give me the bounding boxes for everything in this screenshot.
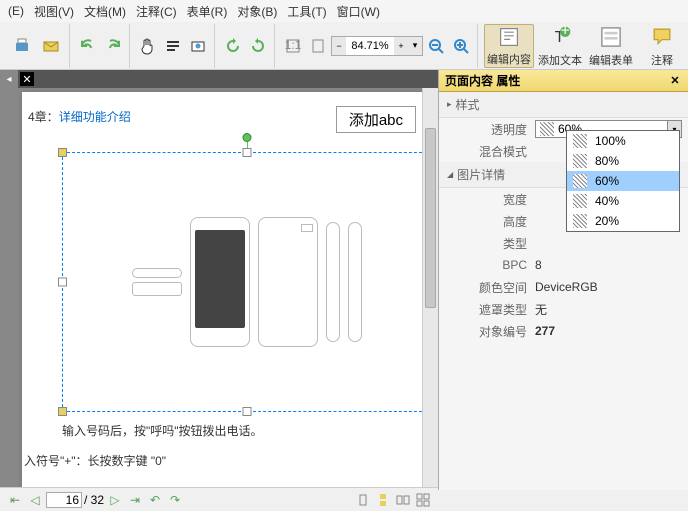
edit-form-button[interactable]: 编辑表单 bbox=[586, 24, 636, 68]
edit-content-button[interactable]: 编辑内容 bbox=[484, 24, 534, 68]
menu-document[interactable]: 文档(M) bbox=[80, 1, 130, 22]
colorspace-label: 颜色空间 bbox=[445, 279, 535, 296]
handle-tl[interactable] bbox=[58, 148, 67, 157]
add-text-button[interactable]: T+添加文本 bbox=[535, 24, 585, 68]
view-continuous-button[interactable] bbox=[374, 491, 392, 509]
page-input[interactable] bbox=[46, 492, 82, 508]
handle-bc[interactable] bbox=[243, 407, 252, 416]
colorspace-value: DeviceRGB bbox=[535, 280, 682, 294]
opacity-opt-40[interactable]: 40% bbox=[567, 191, 679, 211]
zoom-out-big[interactable] bbox=[424, 34, 448, 58]
fit-page-button[interactable] bbox=[306, 34, 330, 58]
hatch-icon bbox=[540, 122, 554, 136]
bpc-label: BPC bbox=[445, 258, 535, 272]
menu-bar: (E) 视图(V) 文档(M) 注释(C) 表单(R) 对象(B) 工具(T) … bbox=[0, 0, 688, 22]
zoom-out-button[interactable]: − bbox=[332, 37, 346, 55]
menu-object[interactable]: 对象(B) bbox=[233, 1, 281, 22]
nav-fwd-button[interactable]: ↷ bbox=[166, 491, 184, 509]
page-total: / 32 bbox=[84, 493, 104, 507]
select-tool[interactable] bbox=[161, 34, 185, 58]
document-tab[interactable]: ◂ bbox=[0, 70, 18, 88]
section-style[interactable]: 样式 bbox=[439, 92, 688, 118]
selection-box[interactable] bbox=[62, 152, 432, 412]
rotate-handle[interactable] bbox=[243, 133, 252, 142]
view-facing-button[interactable] bbox=[394, 491, 412, 509]
add-abc-box[interactable]: 添加abc bbox=[336, 106, 416, 133]
rotate-left-button[interactable] bbox=[221, 34, 245, 58]
menu-view[interactable]: 视图(V) bbox=[30, 1, 78, 22]
objnum-label: 对象编号 bbox=[445, 323, 535, 340]
menu-edit[interactable]: (E) bbox=[4, 2, 28, 20]
menu-tools[interactable]: 工具(T) bbox=[283, 1, 330, 22]
menu-form[interactable]: 表单(R) bbox=[183, 1, 232, 22]
view-single-button[interactable] bbox=[354, 491, 372, 509]
opacity-opt-60[interactable]: 60% bbox=[567, 171, 679, 191]
zoom-in-button[interactable]: + bbox=[394, 37, 408, 55]
menu-annotate[interactable]: 注释(C) bbox=[132, 1, 181, 22]
toolbar: 1:1 − + ▾ 编辑内容 T+添加文本 编辑表单 注释 度量 bbox=[0, 22, 688, 70]
fit-width-button[interactable]: 1:1 bbox=[281, 34, 305, 58]
opacity-opt-100[interactable]: 100% bbox=[567, 131, 679, 151]
opacity-opt-80[interactable]: 80% bbox=[567, 151, 679, 171]
tab-close-button[interactable]: ✕ bbox=[20, 72, 34, 86]
phone-front-icon bbox=[190, 217, 250, 347]
page-title: 4章：详细功能介绍 bbox=[28, 108, 131, 125]
page-caption: 输入号码后，按"呼吗"按钮拨出电话。 bbox=[62, 422, 263, 439]
zoom-in-big[interactable] bbox=[449, 34, 473, 58]
nav-back-button[interactable]: ↶ bbox=[146, 491, 164, 509]
opacity-dropdown: 100% 80% 60% 40% 20% bbox=[566, 130, 680, 232]
handle-ml[interactable] bbox=[58, 278, 67, 287]
document-area[interactable]: ◂ ✕ 4章：详细功能介绍 添加abc 输入号码后，按"呼吗"按钮拨出电话。 入… bbox=[0, 70, 438, 490]
bpc-value: 8 bbox=[535, 258, 682, 272]
svg-text:+: + bbox=[561, 24, 570, 40]
page-canvas: 4章：详细功能介绍 添加abc 输入号码后，按"呼吗"按钮拨出电话。 入符号"+… bbox=[22, 92, 422, 490]
page-below-text: 入符号"+"：长按数字键 "0" bbox=[24, 452, 166, 469]
first-page-button[interactable]: ⇤ bbox=[6, 491, 24, 509]
vertical-scrollbar[interactable] bbox=[422, 88, 438, 487]
mail-button[interactable] bbox=[37, 24, 65, 68]
opacity-label: 透明度 bbox=[445, 121, 535, 138]
phone-back-icon bbox=[258, 217, 318, 347]
handle-bl[interactable] bbox=[58, 407, 67, 416]
objnum-value: 277 bbox=[535, 324, 682, 338]
zoom-control[interactable]: − + ▾ bbox=[331, 36, 423, 56]
handle-tc[interactable] bbox=[243, 148, 252, 157]
zoom-input[interactable] bbox=[346, 40, 394, 52]
tab-strip: ◂ ✕ bbox=[0, 70, 438, 88]
next-page-button[interactable]: ▷ bbox=[106, 491, 124, 509]
panel-header: 页面内容 属性✕ bbox=[439, 70, 688, 92]
mask-label: 遮罩类型 bbox=[445, 301, 535, 318]
redo-button[interactable] bbox=[101, 34, 125, 58]
height-label: 高度 bbox=[445, 213, 535, 230]
prev-page-button[interactable]: ◁ bbox=[26, 491, 44, 509]
print-button[interactable] bbox=[8, 24, 36, 68]
snapshot-tool[interactable] bbox=[186, 34, 210, 58]
mask-value: 无 bbox=[535, 301, 682, 318]
opacity-opt-20[interactable]: 20% bbox=[567, 211, 679, 231]
width-label: 宽度 bbox=[445, 191, 535, 208]
rotate-right-button[interactable] bbox=[246, 34, 270, 58]
menu-window[interactable]: 窗口(W) bbox=[333, 1, 384, 22]
svg-text:1:1: 1:1 bbox=[285, 38, 301, 52]
type-label: 类型 bbox=[445, 235, 535, 252]
annotate-button[interactable]: 注释 bbox=[637, 24, 687, 68]
hand-tool[interactable] bbox=[136, 34, 160, 58]
last-page-button[interactable]: ⇥ bbox=[126, 491, 144, 509]
zoom-dropdown[interactable]: ▾ bbox=[408, 37, 422, 55]
properties-panel: 页面内容 属性✕ 样式 透明度 60%▾ 混合模式 图片详情 宽度 高度 类型 … bbox=[438, 70, 688, 490]
scrollbar-thumb[interactable] bbox=[425, 128, 436, 308]
blend-label: 混合模式 bbox=[445, 143, 535, 160]
undo-button[interactable] bbox=[76, 34, 100, 58]
status-bar: ⇤ ◁ / 32 ▷ ⇥ ↶ ↷ bbox=[0, 487, 438, 511]
phone-side2-icon bbox=[348, 222, 362, 342]
selected-image bbox=[73, 163, 421, 401]
view-facing-cont-button[interactable] bbox=[414, 491, 432, 509]
phone-side-icon bbox=[326, 222, 340, 342]
panel-close-button[interactable]: ✕ bbox=[668, 74, 682, 88]
